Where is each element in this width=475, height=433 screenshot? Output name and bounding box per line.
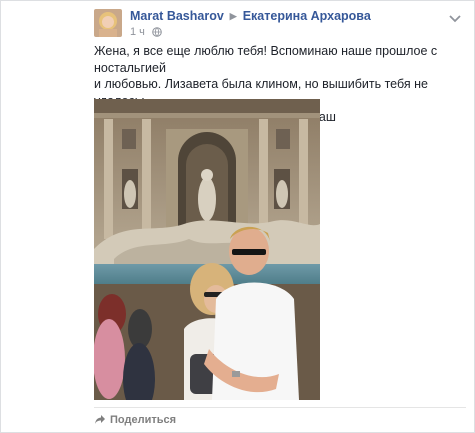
post-header: Marat Basharov ▶ Екатерина Архарова bbox=[130, 9, 371, 23]
author-avatar[interactable] bbox=[94, 9, 122, 37]
author-name-link[interactable]: Marat Basharov bbox=[130, 9, 224, 23]
post-timestamp[interactable]: 1 ч bbox=[130, 26, 145, 38]
post-meta: 1 ч bbox=[130, 26, 162, 40]
avatar-image bbox=[94, 9, 122, 37]
trevi-fountain-photo bbox=[94, 99, 320, 400]
chevron-down-icon[interactable] bbox=[448, 11, 462, 23]
post-text-line: Жена, я все еще люблю тебя! Вспоминаю на… bbox=[94, 44, 438, 75]
share-button[interactable]: Поделиться bbox=[94, 414, 176, 428]
facebook-post: Marat Basharov ▶ Екатерина Архарова 1 ч Же… bbox=[0, 0, 475, 433]
right-triangle-icon: ▶ bbox=[229, 11, 237, 21]
share-label: Поделиться bbox=[110, 414, 177, 426]
post-photo[interactable] bbox=[94, 99, 320, 400]
recipient-name-link[interactable]: Екатерина Архарова bbox=[243, 9, 371, 23]
share-arrow-icon bbox=[94, 414, 106, 428]
globe-icon bbox=[152, 27, 162, 40]
actions-divider bbox=[94, 407, 466, 408]
